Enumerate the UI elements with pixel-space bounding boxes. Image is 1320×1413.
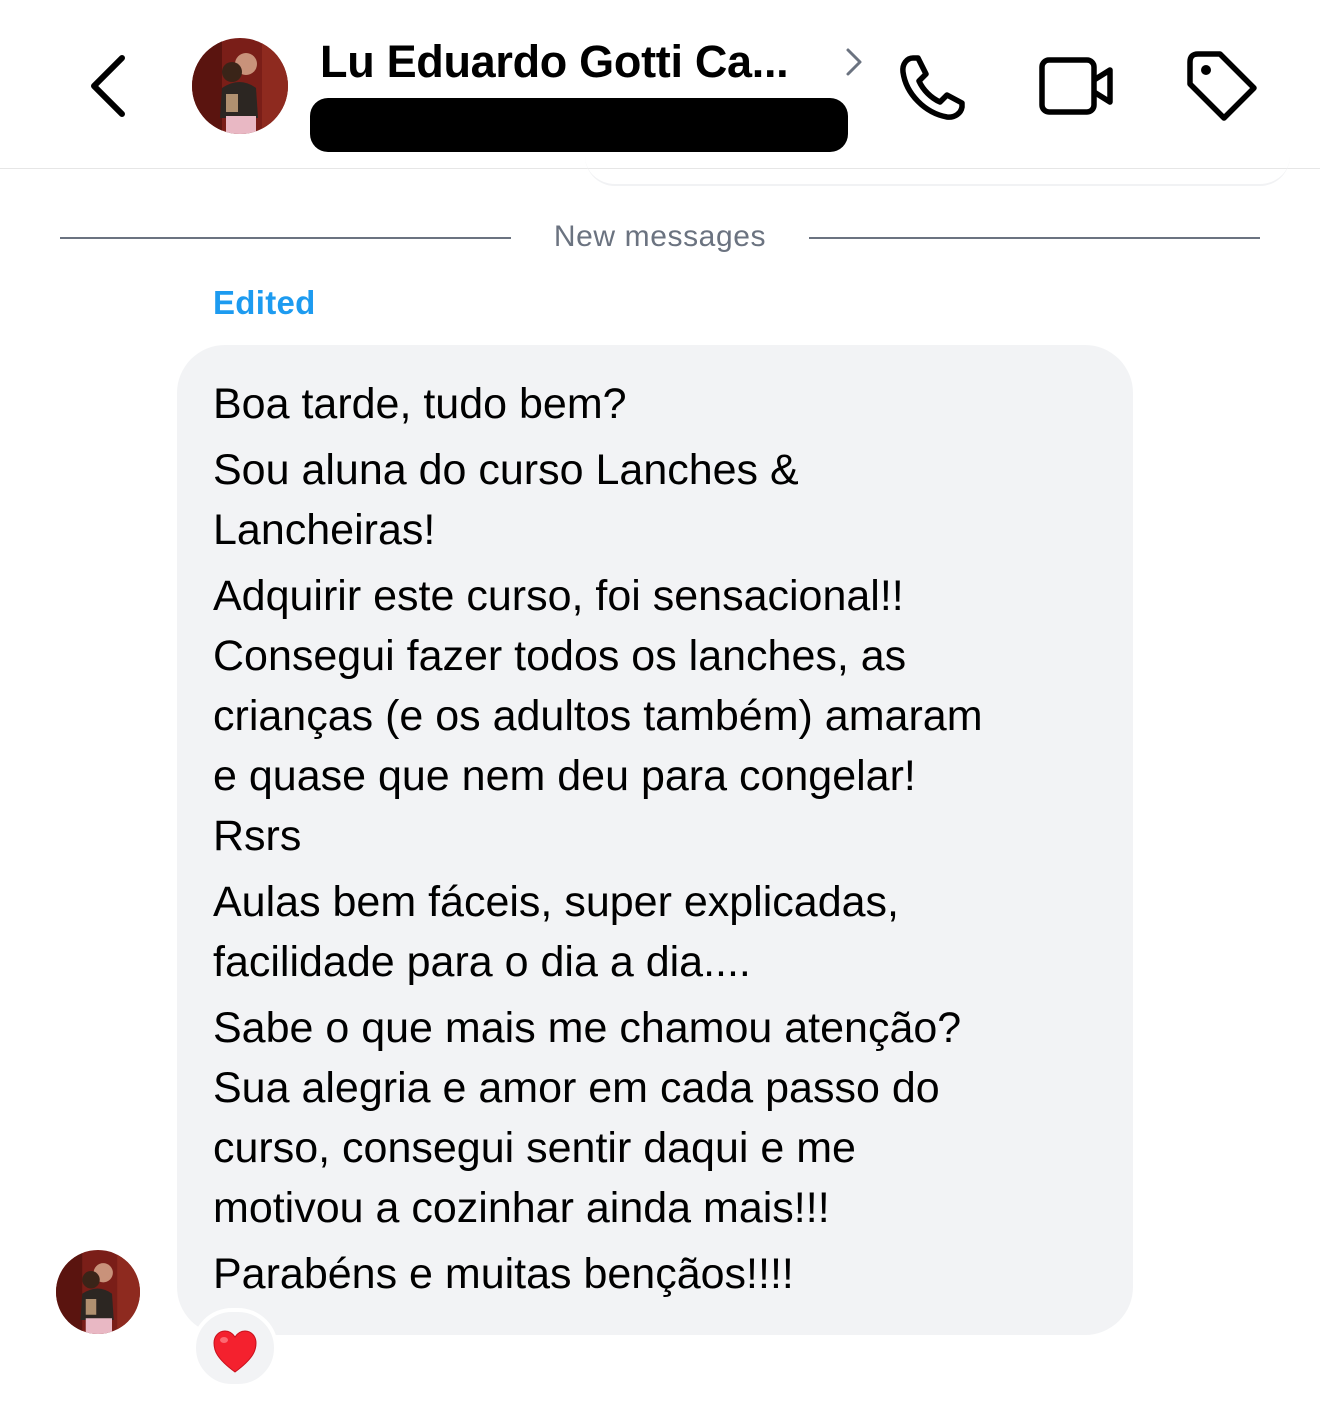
message-line: Rsrs (213, 812, 302, 860)
contact-avatar[interactable] (192, 38, 288, 134)
message-line: Boa tarde, tudo bem? (213, 380, 627, 428)
avatar-photo (56, 1250, 140, 1334)
message-line: Consegui fazer todos os lanches, as (213, 632, 907, 680)
chevron-left-icon (91, 55, 125, 117)
previous-message-bubble (585, 140, 1290, 186)
message-line: crianças (e os adultos também) amaram (213, 692, 983, 740)
video-call-button[interactable] (1036, 50, 1116, 126)
message-line: Adquirir este curso, foi sensacional!! (213, 572, 904, 620)
new-messages-divider-label: New messages (553, 220, 767, 253)
back-button[interactable] (82, 48, 138, 124)
message-line: Sabe o que mais me chamou atenção? (213, 1004, 962, 1052)
divider-line-left (60, 237, 511, 239)
label-button[interactable] (1180, 50, 1260, 126)
contact-name[interactable]: Lu Eduardo Gotti Ca... (320, 36, 789, 88)
message-line: facilidade para o dia a dia.... (213, 938, 751, 986)
message-line: Sua alegria e amor em cada passo do (213, 1064, 940, 1112)
chevron-right-icon[interactable] (842, 44, 866, 80)
heart-reaction[interactable] (192, 1308, 278, 1388)
message-line: Aulas bem fáceis, super explicadas, (213, 878, 899, 926)
message-line: Lancheiras! (213, 506, 436, 554)
message-line: e quase que nem deu para congelar! (213, 752, 916, 800)
message-line: curso, consegui sentir daqui e me (213, 1124, 856, 1172)
heart-icon (213, 1330, 257, 1373)
sender-avatar[interactable] (56, 1250, 140, 1334)
message-line: Sou aluna do curso Lanches & (213, 446, 799, 494)
call-button[interactable] (895, 50, 975, 126)
phone-icon (900, 55, 965, 120)
divider-line-right (809, 237, 1260, 239)
avatar-photo (192, 38, 288, 134)
message-line: Parabéns e muitas bençãos!!!! (213, 1250, 794, 1298)
dm-conversation: Lu Eduardo Gotti Ca... New messages Edit… (0, 0, 1320, 1413)
edited-label[interactable]: Edited (213, 284, 316, 322)
message-line: motivou a cozinhar ainda mais!!! (213, 1184, 830, 1232)
tag-icon (1187, 51, 1257, 121)
video-camera-icon (1039, 57, 1113, 115)
